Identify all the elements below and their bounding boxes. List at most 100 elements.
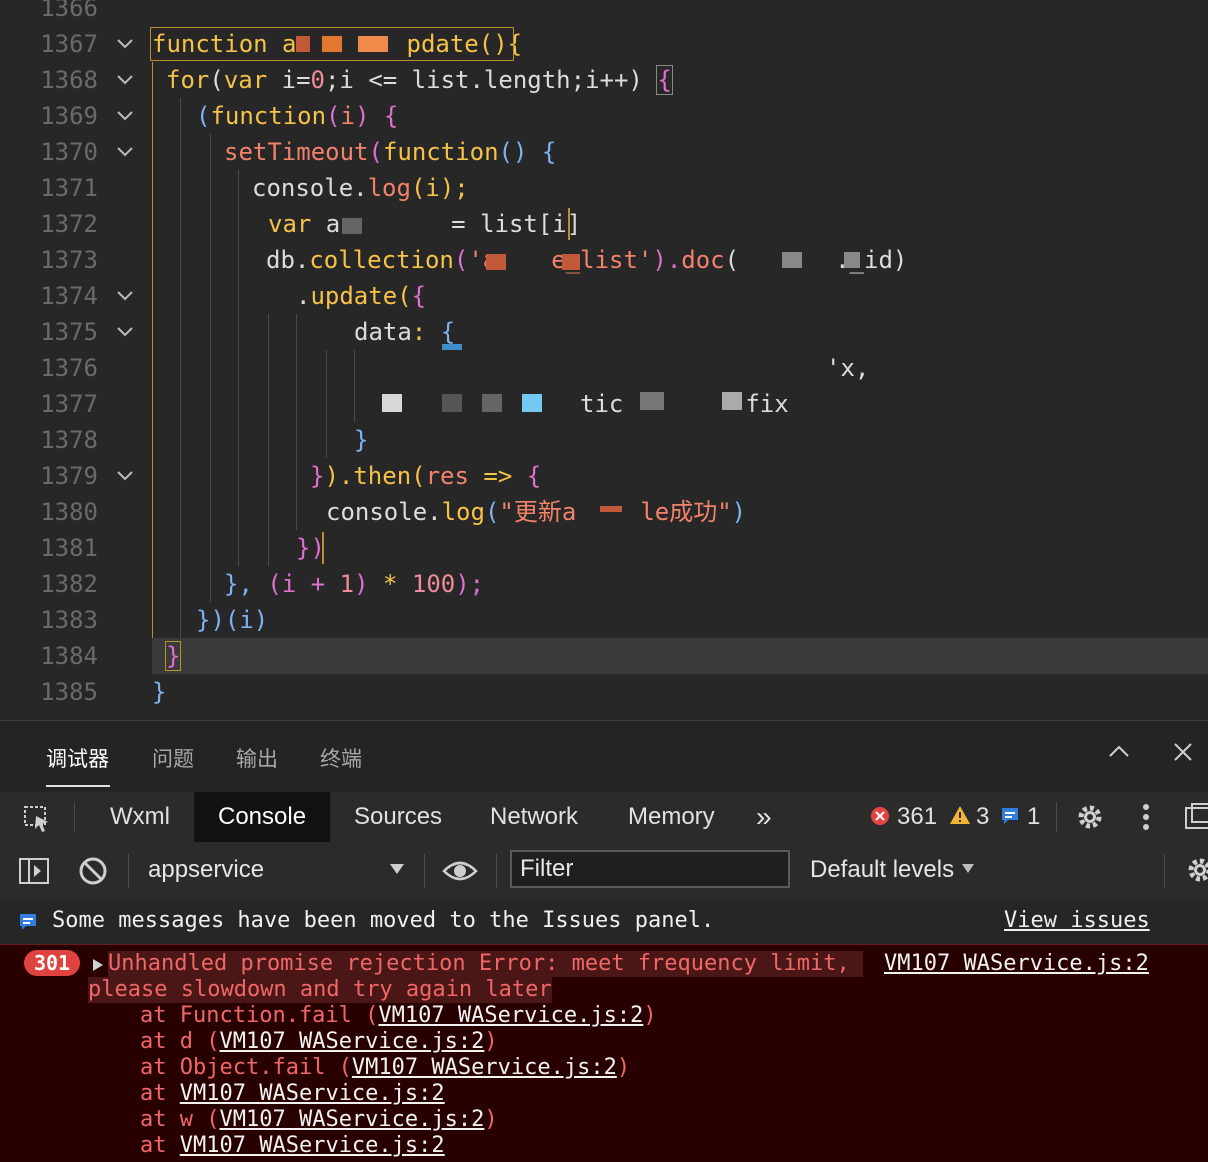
indent-guide xyxy=(326,350,327,458)
chevron-down-icon[interactable] xyxy=(960,860,976,880)
fold-chevron-icon[interactable] xyxy=(114,98,136,134)
filter-input[interactable] xyxy=(512,852,788,886)
code-line-1376: 'x, xyxy=(826,354,870,382)
indent-guide xyxy=(268,314,269,566)
indent-guide xyxy=(296,314,297,530)
more-tabs-icon[interactable]: » xyxy=(756,792,772,842)
stack-frame: at Function.fail (VM107 WAService.js:2) xyxy=(140,1003,657,1029)
stack-frame-text: at d ( xyxy=(140,1029,220,1054)
stack-frame-link[interactable]: VM107 WAService.js:2 xyxy=(180,1081,445,1106)
stack-frame: at d (VM107 WAService.js:2) xyxy=(140,1029,498,1055)
tab-memory[interactable]: Memory xyxy=(628,792,715,842)
indent-guide xyxy=(180,98,181,638)
kebab-menu-icon[interactable] xyxy=(1136,802,1156,836)
line-number: 1385 xyxy=(40,678,98,706)
redaction-mark xyxy=(522,394,542,412)
error-repeat-badge: 301 xyxy=(24,950,80,976)
eye-icon[interactable] xyxy=(442,858,478,888)
stack-frame-link[interactable]: VM107 WAService.js:2 xyxy=(378,1003,643,1028)
indent-guide xyxy=(238,170,239,566)
redaction-mark xyxy=(562,254,580,270)
stack-frame-link[interactable]: VM107 WAService.js:2 xyxy=(352,1055,617,1080)
fold-chevron-icon[interactable] xyxy=(114,314,136,350)
code-line-1368: for(var i=0;i <= list.length;i++) { xyxy=(166,65,673,95)
current-line-highlight xyxy=(152,638,1208,674)
tab-terminal[interactable]: 终端 xyxy=(320,743,362,773)
tab-output[interactable]: 输出 xyxy=(236,743,278,773)
tab-network[interactable]: Network xyxy=(490,792,578,842)
stack-frame-suffix: ) xyxy=(643,1003,657,1028)
dropdown-arrow-icon[interactable] xyxy=(388,860,406,882)
redaction-mark xyxy=(322,36,342,52)
code-line-1382: }, (i + 1) * 100); xyxy=(224,570,485,598)
tab-problems[interactable]: 问题 xyxy=(152,743,194,773)
code-line-1379: }).then(res => { xyxy=(310,462,542,490)
fold-chevron-icon[interactable] xyxy=(114,278,136,314)
gear-icon[interactable] xyxy=(1074,801,1106,837)
code-line-1384: } xyxy=(164,641,182,671)
stack-frame-suffix: ) xyxy=(616,1055,631,1080)
line-number: 1383 xyxy=(40,606,98,634)
info-icon xyxy=(1000,806,1020,830)
fold-chevron-icon[interactable] xyxy=(114,26,136,62)
view-issues-link[interactable]: View issues xyxy=(1004,908,1150,933)
log-levels-dropdown[interactable]: Default levels xyxy=(810,856,954,884)
fold-chevron-icon[interactable] xyxy=(114,458,136,494)
tab-console[interactable]: Console xyxy=(194,792,331,842)
expand-triangle-icon[interactable] xyxy=(92,957,104,976)
line-number: 1369 xyxy=(40,102,98,130)
console-error-message: 301 Unhandled promise rejection Error: m… xyxy=(0,945,1208,1162)
stack-frame: at Object.fail (VM107 WAService.js:2) xyxy=(140,1055,630,1081)
line-number: 1373 xyxy=(40,246,98,274)
line-number: 1384 xyxy=(40,642,98,670)
bracket-marker xyxy=(568,208,570,240)
error-source-link[interactable]: VM107 WAService.js:2 xyxy=(884,951,1149,977)
tab-debugger[interactable]: 调试器 xyxy=(46,743,109,773)
stack-frame-suffix: ) xyxy=(484,1107,498,1132)
divider xyxy=(424,854,425,888)
redaction-mark xyxy=(486,254,506,270)
active-tab-underline xyxy=(46,785,110,787)
chevron-up-icon[interactable] xyxy=(1106,739,1132,771)
stack-frame-link[interactable]: VM107 WAService.js:2 xyxy=(180,1133,445,1158)
code-line-1371: console.log(i); xyxy=(252,174,469,202)
inspect-element-icon[interactable] xyxy=(22,804,52,838)
tab-wxml[interactable]: Wxml xyxy=(110,792,170,842)
stack-frame-text: at Function.fail ( xyxy=(140,1003,379,1028)
context-selector[interactable]: appservice xyxy=(148,856,264,884)
warning-icon xyxy=(949,804,971,830)
code-line-1380: console.log("更新a le成功") xyxy=(326,498,747,526)
redaction-mark xyxy=(296,36,310,52)
line-number: 1379 xyxy=(40,462,98,490)
stack-frame: at VM107 WAService.js:2 xyxy=(140,1081,445,1107)
error-count[interactable]: 361 xyxy=(897,792,937,842)
line-number: 1382 xyxy=(40,570,98,598)
close-icon[interactable] xyxy=(1170,739,1196,771)
stack-frame-link[interactable]: VM107 WAService.js:2 xyxy=(219,1029,484,1054)
stack-frame-link[interactable]: VM107 WAService.js:2 xyxy=(219,1107,484,1132)
stack-frame-text: at xyxy=(140,1081,180,1106)
fold-chevron-icon[interactable] xyxy=(114,134,136,170)
dock-icon[interactable] xyxy=(1184,802,1208,836)
warning-count[interactable]: 3 xyxy=(976,792,989,842)
line-number: 1370 xyxy=(40,138,98,166)
code-line-1370: setTimeout(function() { xyxy=(224,138,557,166)
divider xyxy=(128,854,129,888)
redaction-mark xyxy=(442,394,462,412)
info-count[interactable]: 1 xyxy=(1027,792,1040,842)
fold-chevron-icon[interactable] xyxy=(114,62,136,98)
line-number: 1376 xyxy=(40,354,98,382)
clear-console-icon[interactable] xyxy=(78,856,108,890)
sidebar-toggle-icon[interactable] xyxy=(18,856,50,890)
code-editor[interactable]: 1366 1367 1368 1369 1370 1371 1372 1373 1374 1375… xyxy=(0,0,1208,720)
code-line-1378: } xyxy=(354,426,369,454)
code-line-1385: } xyxy=(152,678,167,706)
redaction-mark xyxy=(382,394,402,412)
stack-frame-text: at xyxy=(140,1133,180,1158)
code-line-1374: .update({ xyxy=(296,282,427,310)
tab-sources[interactable]: Sources xyxy=(354,792,442,842)
console-settings-icon[interactable] xyxy=(1184,854,1208,890)
code-line-1377: tic fix xyxy=(580,390,789,418)
stack-frame-text: at w ( xyxy=(140,1107,220,1132)
filter-field[interactable] xyxy=(510,850,790,888)
